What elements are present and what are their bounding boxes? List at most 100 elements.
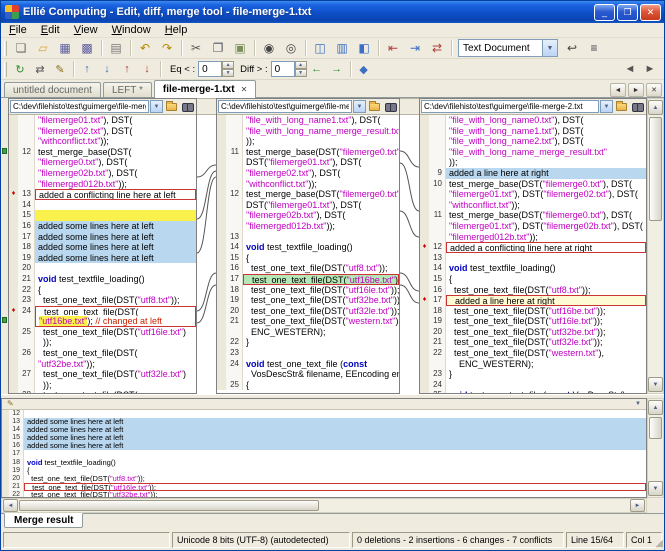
edit-mode-icon[interactable]: ✎ bbox=[50, 60, 70, 79]
code-row[interactable]: DST("filemerge01.txt"), DST( bbox=[217, 200, 399, 211]
eq-spin-down-icon[interactable]: ▼ bbox=[222, 69, 234, 77]
tab-file-merge-1-txt[interactable]: file-merge-1.txt✕ bbox=[154, 80, 256, 98]
code-row[interactable]: 14void test_textfile_loading() bbox=[420, 263, 646, 274]
code-row[interactable]: 24void test_one_text_file (const bbox=[217, 359, 399, 370]
close-button[interactable]: ✕ bbox=[640, 4, 661, 21]
code-row[interactable]: DST("filemerge01.txt"), DST( bbox=[217, 157, 399, 168]
code-row[interactable]: "file_with_long_name_merge_result.txt" bbox=[217, 126, 399, 137]
tab-close-icon[interactable]: ✕ bbox=[241, 85, 248, 94]
code-row[interactable]: "filemerged012b.txt")); bbox=[9, 179, 196, 190]
code-row[interactable]: 18added some lines here at left bbox=[9, 242, 196, 253]
code-row[interactable]: 12test_merge_base(DST( bbox=[9, 147, 196, 158]
merge-result-code-area[interactable]: 1213added some lines here at left14added… bbox=[2, 410, 646, 497]
code-row[interactable]: 21 test_one_text_file(DST("western.txt")… bbox=[217, 316, 399, 327]
code-row[interactable]: "filemerge02.txt"), DST( bbox=[217, 168, 399, 179]
horizontal-scrollbar-thumb[interactable] bbox=[19, 500, 319, 511]
next-file-icon[interactable]: ► bbox=[640, 60, 660, 79]
new-document-icon[interactable]: ❏ bbox=[10, 39, 32, 58]
merge-arrows-icon[interactable]: ⇄ bbox=[426, 39, 448, 58]
code-row[interactable]: 23 bbox=[217, 348, 399, 359]
open-file-icon[interactable]: ▱ bbox=[32, 39, 54, 58]
cut-icon[interactable]: ✂ bbox=[185, 39, 207, 58]
code-row[interactable]: "file_with_long_name1.txt"), DST( bbox=[420, 126, 646, 137]
previous-conflict-icon[interactable]: ↑ bbox=[117, 60, 137, 79]
menu-help[interactable]: Help bbox=[158, 23, 195, 37]
code-row[interactable]: 20 test_one_text_file(DST("utf32be.txt")… bbox=[420, 327, 646, 338]
code-row[interactable]: 22 test_one_text_file(DST("utf32be.txt")… bbox=[2, 491, 646, 497]
code-row[interactable]: "filemerged012b.txt")); bbox=[420, 232, 646, 243]
next-conflict-icon[interactable]: ↓ bbox=[137, 60, 157, 79]
resize-grip[interactable]: ◢ bbox=[655, 539, 663, 549]
code-row[interactable]: "filemerge01.txt"), DST( bbox=[9, 115, 196, 126]
code-row[interactable]: 21 test_one_text_file(DST("utf16le.txt")… bbox=[2, 483, 646, 491]
code-row[interactable]: "withconflict.txt")); bbox=[420, 200, 646, 211]
binoculars-icon[interactable] bbox=[383, 100, 398, 113]
code-row[interactable]: "filemerge02b.txt"), DST( bbox=[9, 168, 196, 179]
code-row[interactable]: 14added some lines here at left bbox=[2, 426, 646, 434]
close-document-icon[interactable]: ✕ bbox=[646, 83, 662, 97]
merge-scrollbar-thumb[interactable] bbox=[649, 417, 662, 439]
diff-spin-up-icon[interactable]: ▲ bbox=[295, 61, 307, 69]
code-row[interactable]: 26 test_one_text_file(DST( bbox=[9, 348, 196, 359]
menu-edit[interactable]: Edit bbox=[34, 23, 67, 37]
code-row[interactable]: "filemerge01.txt"), DST("filemerge02.txt… bbox=[420, 189, 646, 200]
browse-folder-icon[interactable] bbox=[367, 100, 382, 113]
combo-dropdown-icon[interactable]: ▼ bbox=[542, 40, 557, 56]
code-area-left[interactable]: "filemerge01.txt"), DST("filemerge02.txt… bbox=[9, 115, 196, 393]
previous-file-icon[interactable]: ◄ bbox=[620, 60, 640, 79]
code-row[interactable]: 12 bbox=[2, 410, 646, 418]
merge-options-dropdown-icon[interactable]: ▼ bbox=[632, 399, 644, 409]
menu-file[interactable]: File bbox=[2, 23, 34, 37]
code-row[interactable]: 12test_merge_base(DST("filemerge0.txt"), bbox=[217, 189, 399, 200]
copy-change-to-left-icon[interactable]: ⇤ bbox=[382, 39, 404, 58]
code-row[interactable]: )); bbox=[217, 136, 399, 147]
code-row[interactable]: 14 bbox=[9, 200, 196, 211]
code-row[interactable]: ENC_WESTERN); bbox=[217, 327, 399, 338]
code-row[interactable]: 18void test_textfile_loading() bbox=[2, 459, 646, 467]
binoculars-icon[interactable] bbox=[630, 100, 645, 113]
code-row[interactable]: ENC_WESTERN); bbox=[420, 359, 646, 370]
minimize-button[interactable]: _ bbox=[594, 4, 615, 21]
code-row[interactable]: 22{ bbox=[9, 285, 196, 296]
save-all-icon[interactable]: ▩ bbox=[76, 39, 98, 58]
scroll-right-icon[interactable]: ► bbox=[630, 499, 645, 512]
code-row[interactable]: 20 bbox=[9, 263, 196, 274]
browse-folder-icon[interactable] bbox=[614, 100, 629, 113]
code-row[interactable]: 16added some lines here at left bbox=[2, 442, 646, 450]
scroll-tabs-right-icon[interactable]: ► bbox=[628, 83, 644, 97]
code-row[interactable]: 28 test_one_text_file(DST( bbox=[9, 390, 196, 393]
scrollbar-thumb[interactable] bbox=[649, 117, 662, 221]
code-row[interactable]: 9added a line here at right bbox=[420, 168, 646, 179]
code-row[interactable]: ♦24 test_one_text_file(DST( bbox=[9, 306, 196, 317]
code-row[interactable]: "withconflict.txt")); bbox=[9, 136, 196, 147]
code-row[interactable]: "file_with_long_name0.txt"), DST( bbox=[420, 115, 646, 126]
merge-view-icon[interactable]: ◧ bbox=[353, 39, 375, 58]
auto-merge-icon[interactable]: ◆ bbox=[354, 60, 374, 79]
undo-icon[interactable]: ↶ bbox=[134, 39, 156, 58]
binoculars-icon[interactable] bbox=[180, 100, 195, 113]
copy-icon[interactable]: ❐ bbox=[207, 39, 229, 58]
code-row[interactable]: )); bbox=[9, 380, 196, 391]
code-row[interactable]: 20 test_one_text_file(DST("utf8.txt")); bbox=[2, 475, 646, 483]
scroll-left-icon[interactable]: ◄ bbox=[3, 499, 18, 512]
file-path-input-right[interactable] bbox=[421, 100, 599, 113]
scroll-up-icon[interactable]: ▲ bbox=[648, 100, 663, 115]
horizontal-scrollbar[interactable]: ◄ ► bbox=[1, 498, 647, 513]
maximize-button[interactable]: ❐ bbox=[617, 4, 638, 21]
vertical-scrollbar[interactable]: ▲ ▼ bbox=[647, 98, 664, 394]
merge-edit-icon[interactable]: ✎ bbox=[4, 399, 17, 409]
code-row[interactable]: VosDescStr& filename, EEncoding enc) bbox=[217, 369, 399, 380]
code-row[interactable]: "filemerge01.txt"), DST("filemerge02b.tx… bbox=[420, 221, 646, 232]
menu-window[interactable]: Window bbox=[105, 23, 158, 37]
find-icon[interactable]: ◉ bbox=[258, 39, 280, 58]
merge-scroll-up-icon[interactable]: ▲ bbox=[648, 400, 663, 415]
code-row[interactable]: 17added some lines here at left bbox=[9, 232, 196, 243]
code-row[interactable]: 11test_merge_base(DST("filemerge0.txt"),… bbox=[420, 210, 646, 221]
code-row[interactable]: ♦17 added a line here at right bbox=[420, 295, 646, 306]
code-row[interactable]: 24 bbox=[420, 380, 646, 391]
tab-left-[interactable]: LEFT * bbox=[103, 82, 152, 97]
code-row[interactable]: 21void test_textfile_loading() bbox=[9, 274, 196, 285]
code-area-right[interactable]: "file_with_long_name0.txt"), DST("file_w… bbox=[420, 115, 646, 393]
print-icon[interactable]: ▤ bbox=[105, 39, 127, 58]
eq-threshold-input[interactable] bbox=[198, 61, 222, 77]
